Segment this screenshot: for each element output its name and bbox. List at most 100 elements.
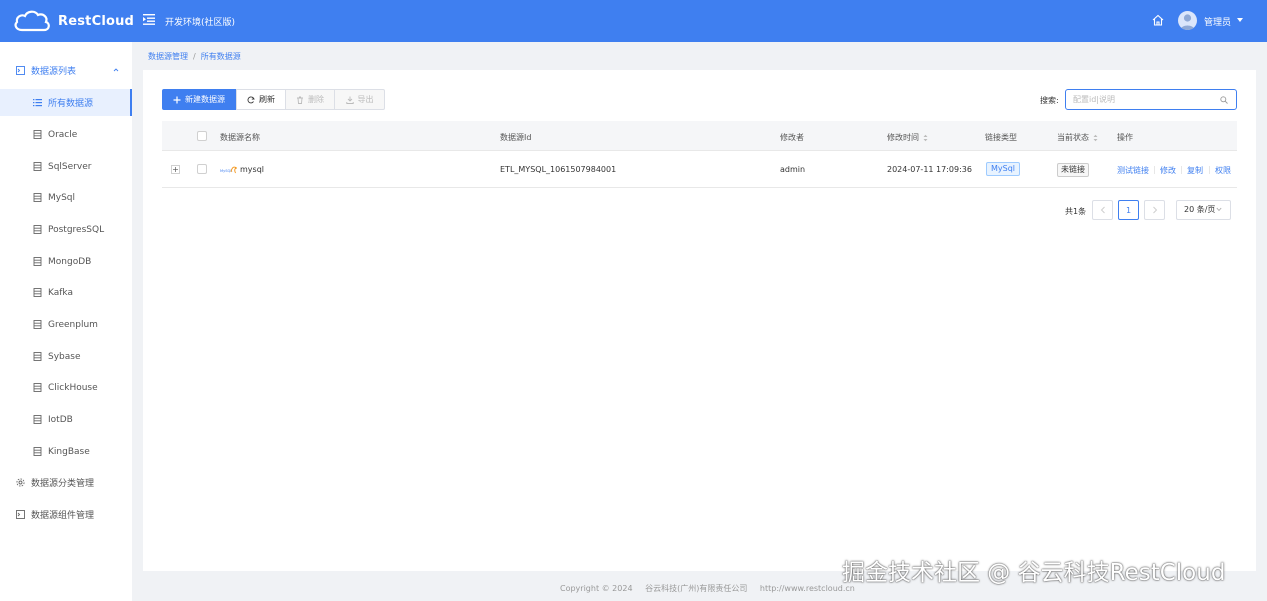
caret-down-icon[interactable] (1237, 18, 1243, 22)
column-editor: 修改者 (780, 133, 804, 142)
mysql-logo-text: MySQL (220, 169, 232, 173)
sidebar-item-oracle[interactable]: Oracle (0, 121, 132, 148)
select-all-checkbox[interactable] (197, 131, 207, 141)
sidebar-item-label: Oracle (48, 129, 78, 140)
datasource-modified: 2024-07-11 17:09:36 (887, 165, 972, 174)
sidebar-group-datasource-list[interactable]: 数据源列表 (0, 57, 132, 84)
sidebar-item-label: MySql (48, 192, 76, 203)
sidebar-item-mongodb[interactable]: MongoDB (0, 248, 132, 275)
database-icon (33, 352, 42, 361)
breadcrumb-current: 所有数据源 (200, 52, 241, 61)
expand-row-icon[interactable]: + (171, 165, 180, 174)
search-input[interactable] (1065, 89, 1237, 110)
trash-icon (297, 96, 303, 104)
sidebar-item-greenplum[interactable]: Greenplum (0, 311, 132, 338)
database-icon (33, 257, 42, 266)
sidebar-group-label: 数据源列表 (31, 67, 77, 77)
sort-icon[interactable] (923, 134, 928, 142)
list-icon (33, 99, 42, 107)
footer-company: 谷云科技(广州)有限责任公司 (645, 584, 748, 593)
copy-link[interactable]: 复制 (1187, 165, 1203, 176)
gear-icon (16, 478, 25, 487)
action-divider: | (1153, 165, 1156, 174)
edit-link[interactable]: 修改 (1160, 165, 1176, 176)
permission-link[interactable]: 权限 (1215, 165, 1231, 176)
refresh-icon (247, 95, 255, 103)
database-icon (33, 130, 42, 139)
link-type-tag: MySql (986, 162, 1021, 176)
search-icon[interactable] (1220, 96, 1228, 104)
breadcrumb: 数据源管理 / 所有数据源 (148, 51, 241, 62)
sidebar-item-all[interactable]: 所有数据源 (0, 89, 132, 116)
sidebar: 数据源列表 所有数据源 Oracle SqlServer MySql Postg… (0, 42, 132, 601)
user-name[interactable]: 管理员 (1204, 15, 1231, 28)
column-status[interactable]: 当前状态 (1057, 132, 1098, 143)
menu-fold-icon[interactable] (143, 13, 155, 25)
sidebar-item-mysql[interactable]: MySql (0, 184, 132, 211)
plus-icon (173, 96, 181, 103)
sidebar-item-label: Kafka (48, 287, 73, 298)
chevron-left-icon (1100, 206, 1105, 214)
refresh-button[interactable]: 刷新 (236, 89, 286, 110)
delete-label: 删除 (308, 95, 324, 104)
database-icon (33, 193, 42, 202)
next-page-button[interactable] (1144, 200, 1165, 220)
sidebar-item-label: ClickHouse (48, 382, 98, 393)
datasource-name[interactable]: mysql (240, 165, 264, 174)
new-datasource-label: 新建数据源 (185, 95, 225, 104)
footer-url[interactable]: http://www.restcloud.cn (760, 584, 855, 593)
sidebar-item-sybase[interactable]: Sybase (0, 343, 132, 370)
home-icon[interactable] (1152, 14, 1164, 26)
sidebar-item-label: 所有数据源 (48, 99, 94, 109)
column-modified[interactable]: 修改时间 (887, 132, 928, 143)
chevron-down-icon (1216, 207, 1222, 212)
sidebar-item-label: IotDB (48, 414, 73, 425)
row-checkbox[interactable] (197, 164, 207, 174)
sidebar-item-category-management[interactable]: 数据源分类管理 (0, 469, 132, 496)
database-icon (33, 320, 42, 329)
sidebar-item-kingbase[interactable]: KingBase (0, 438, 132, 465)
terminal-icon (16, 66, 25, 75)
breadcrumb-root[interactable]: 数据源管理 (148, 52, 188, 61)
sidebar-item-label: Sybase (48, 351, 81, 362)
sidebar-item-postgressql[interactable]: PostgresSQL (0, 216, 132, 243)
database-icon (33, 162, 42, 171)
environment-title: 开发环境(社区版) (165, 18, 236, 28)
delete-button[interactable]: 删除 (285, 89, 335, 110)
page-number-button[interactable]: 1 (1118, 200, 1139, 220)
database-icon (33, 447, 42, 456)
sidebar-item-clickhouse[interactable]: ClickHouse (0, 374, 132, 401)
sidebar-item-iotdb[interactable]: IotDB (0, 406, 132, 433)
sidebar-item-sqlserver[interactable]: SqlServer (0, 153, 132, 180)
app-logo[interactable]: RestCloud (12, 8, 134, 34)
cloud-icon (14, 10, 50, 32)
chevron-up-icon (113, 68, 119, 72)
sidebar-item-component-management[interactable]: 数据源组件管理 (0, 501, 132, 528)
column-status-label: 当前状态 (1057, 133, 1089, 142)
prev-page-button[interactable] (1092, 200, 1113, 220)
export-label: 导出 (357, 95, 374, 104)
database-icon (33, 415, 42, 424)
column-modified-label: 修改时间 (887, 133, 919, 142)
database-icon (33, 383, 42, 392)
new-datasource-button[interactable]: 新建数据源 (162, 89, 236, 110)
database-icon (33, 225, 42, 234)
datasource-editor: admin (780, 165, 806, 174)
sort-icon[interactable] (1093, 134, 1098, 142)
test-connection-link[interactable]: 测试链接 (1117, 165, 1149, 176)
footer: Copyright © 2024 谷云科技(广州)有限责任公司 http://w… (560, 583, 865, 594)
mysql-logo-icon: MySQL (220, 166, 237, 174)
footer-copyright: Copyright © 2024 (560, 584, 633, 593)
sidebar-item-label: SqlServer (48, 161, 92, 172)
column-link-type: 链接类型 (985, 133, 1017, 142)
chevron-right-icon (1152, 206, 1157, 214)
sidebar-item-label: PostgresSQL (48, 224, 105, 235)
total-count: 共1条 (1065, 207, 1087, 216)
column-actions: 操作 (1117, 133, 1133, 142)
page-size-select[interactable]: 20 条/页 (1176, 200, 1231, 220)
sidebar-item-kafka[interactable]: Kafka (0, 279, 132, 306)
export-button[interactable]: 导出 (334, 89, 385, 110)
page-size-value: 20 条/页 (1184, 205, 1216, 214)
avatar[interactable] (1178, 11, 1197, 30)
refresh-label: 刷新 (259, 95, 275, 104)
